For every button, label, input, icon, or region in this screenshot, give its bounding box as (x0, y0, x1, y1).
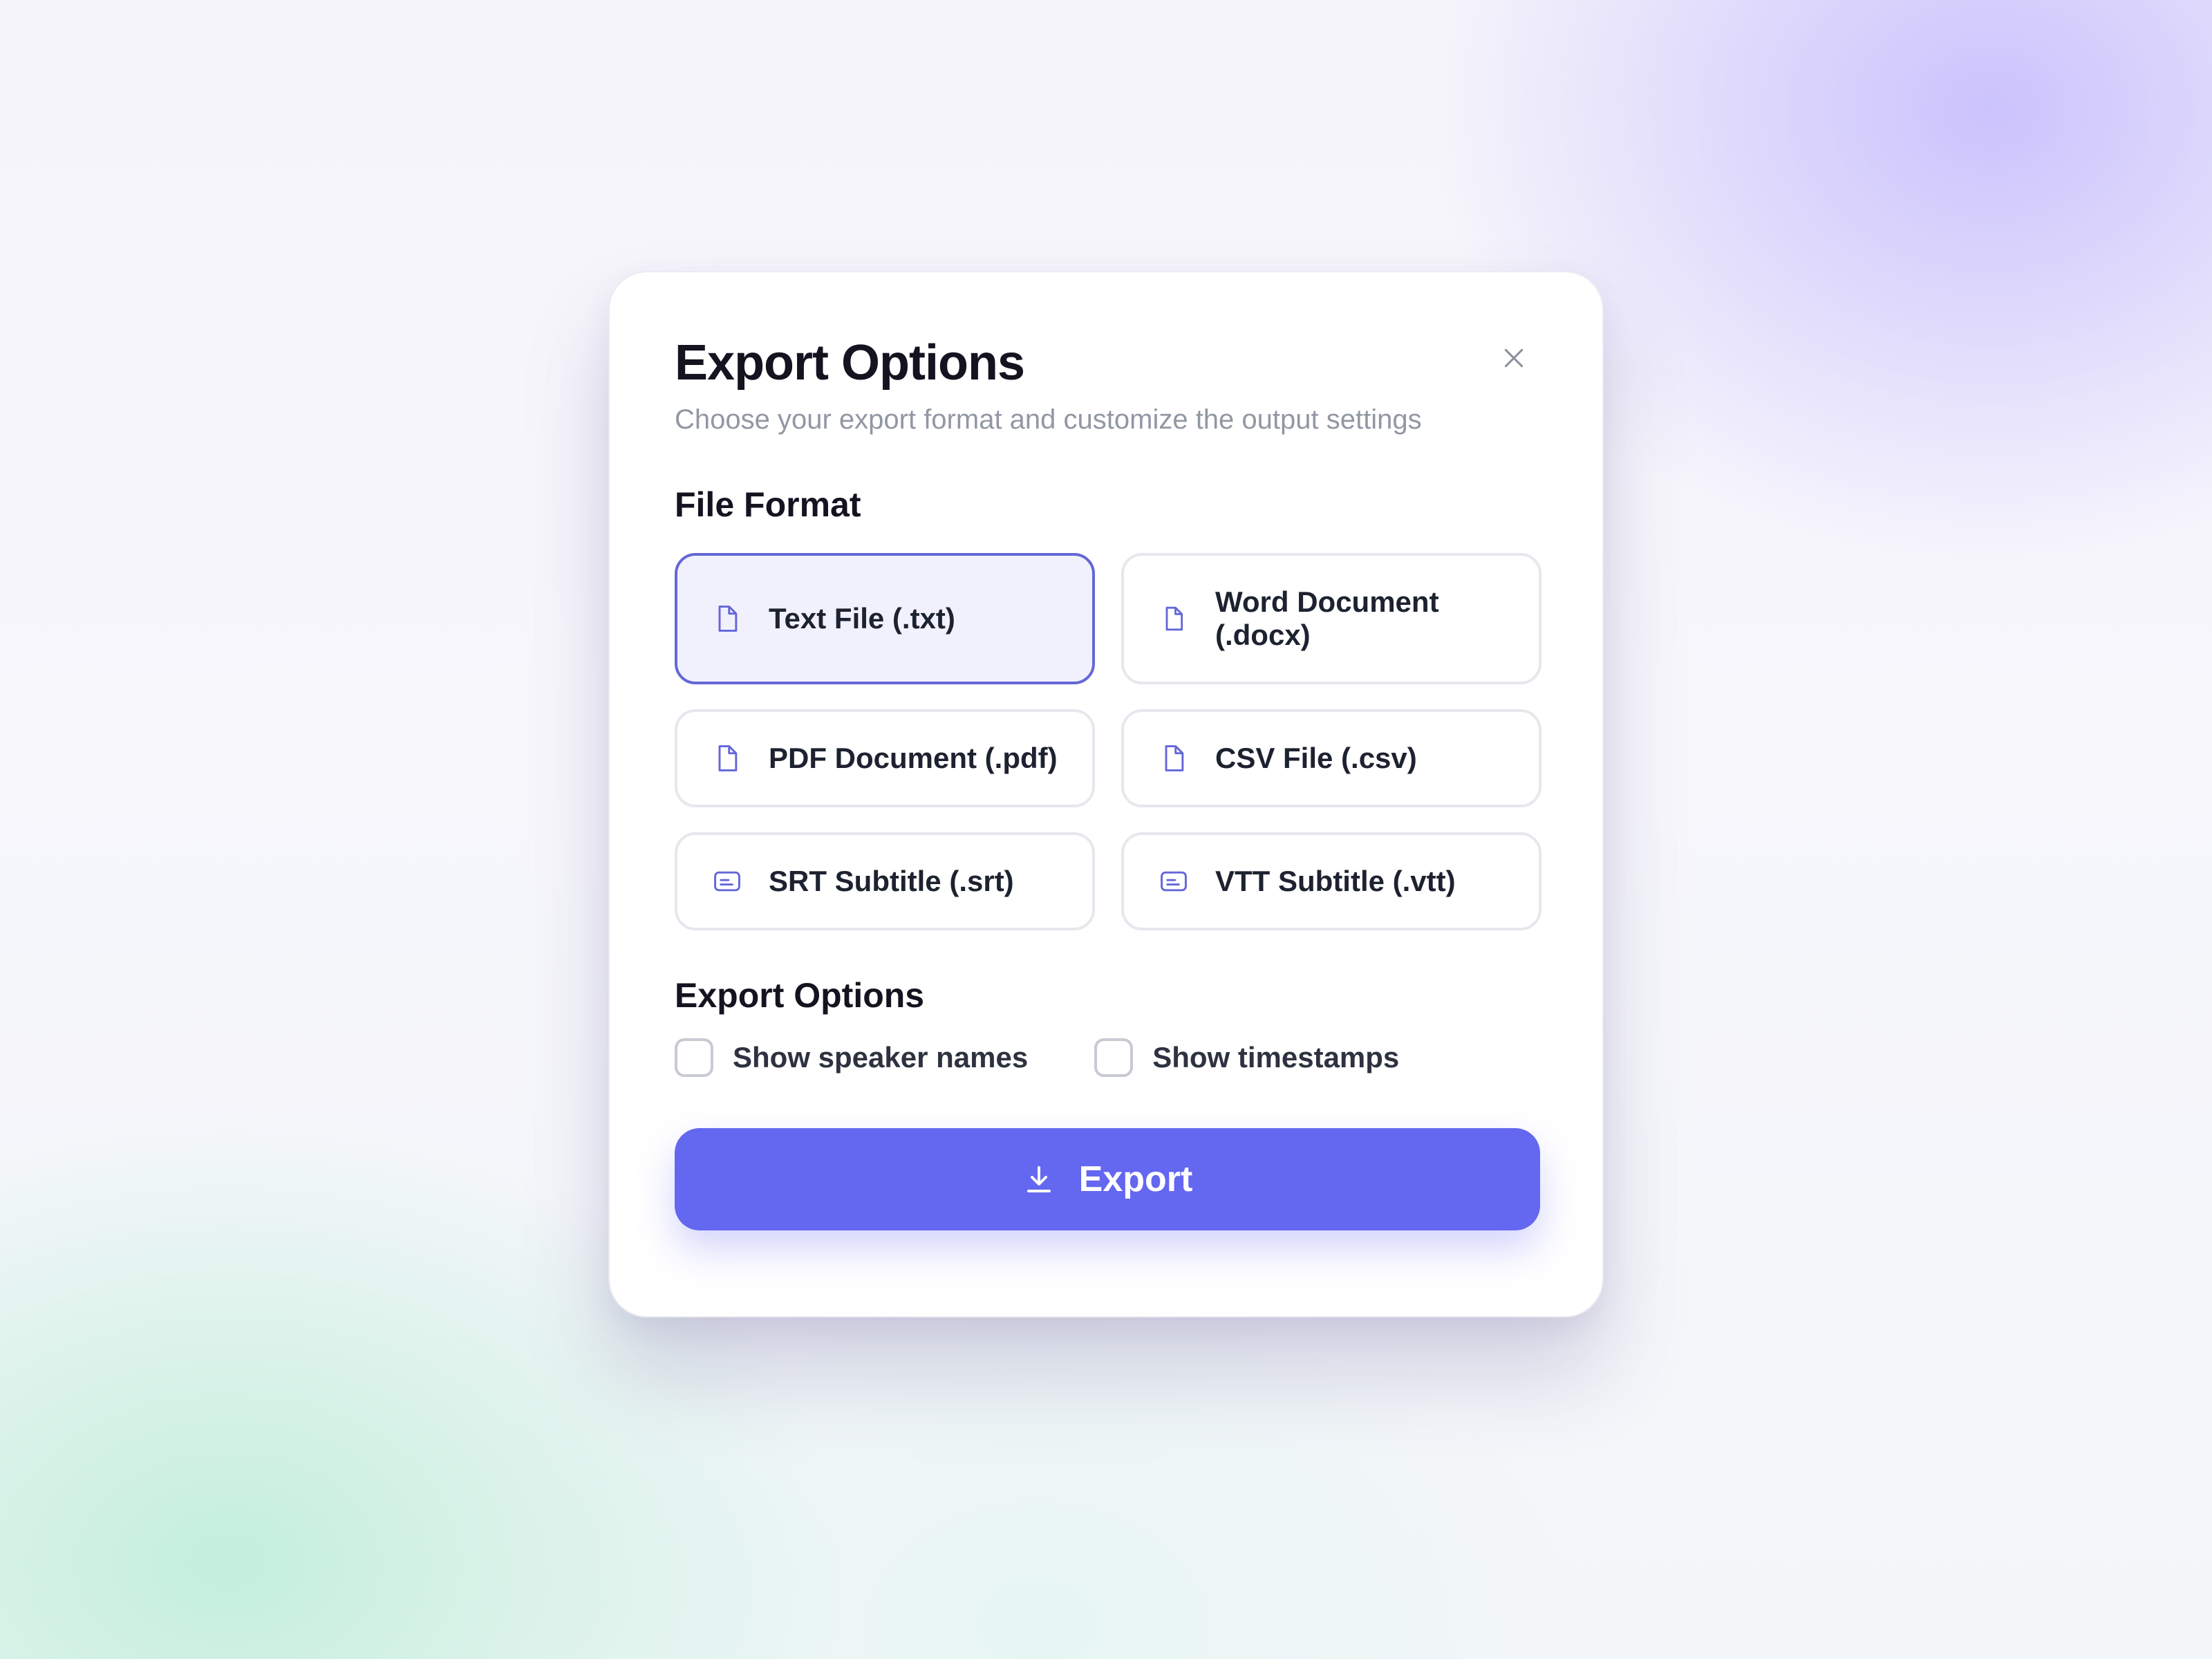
format-option-label: PDF Document (.pdf) (769, 742, 1058, 774)
format-option-srt[interactable]: SRT Subtitle (.srt) (675, 832, 1095, 930)
file-icon (712, 743, 742, 774)
format-option-txt[interactable]: Text File (.txt) (675, 553, 1095, 684)
file-icon (1159, 603, 1189, 634)
dialog-title: Export Options (675, 335, 1025, 391)
subtitles-icon (1159, 866, 1189, 897)
format-option-label: Word Document (.docx) (1215, 585, 1439, 651)
format-option-vtt[interactable]: VTT Subtitle (.vtt) (1121, 832, 1541, 930)
export-options-dialog: Export Options Choose your export format… (608, 271, 1604, 1318)
show-timestamps-option[interactable]: Show timestamps (1094, 1038, 1399, 1077)
export-button[interactable]: Export (675, 1128, 1540, 1230)
close-icon (1504, 348, 1524, 368)
show-speaker-names-option[interactable]: Show speaker names (675, 1038, 1028, 1077)
format-option-label: SRT Subtitle (.srt) (769, 865, 1014, 897)
download-icon (1022, 1163, 1056, 1196)
checkbox-label: Show timestamps (1152, 1041, 1400, 1074)
show-speaker-names-checkbox[interactable] (675, 1038, 713, 1077)
close-button[interactable] (1489, 333, 1539, 383)
show-timestamps-checkbox[interactable] (1094, 1038, 1134, 1077)
format-option-docx[interactable]: Word Document (.docx) (1121, 553, 1541, 684)
format-option-pdf[interactable]: PDF Document (.pdf) (675, 709, 1095, 807)
format-option-label: CSV File (.csv) (1215, 742, 1417, 774)
export-options-checkboxes: Show speaker names Show timestamps (675, 1038, 1539, 1077)
export-options-heading: Export Options (675, 976, 925, 1015)
dialog-subtitle: Choose your export format and customize … (675, 404, 1422, 435)
file-format-heading: File Format (675, 485, 861, 524)
checkbox-label: Show speaker names (733, 1041, 1029, 1074)
file-icon (1159, 743, 1189, 774)
export-button-label: Export (1078, 1159, 1193, 1199)
file-format-options: Text File (.txt) Word Document (.docx) P… (675, 553, 1541, 930)
subtitles-icon (712, 866, 742, 897)
format-option-csv[interactable]: CSV File (.csv) (1121, 709, 1541, 807)
format-option-label: VTT Subtitle (.vtt) (1215, 865, 1456, 897)
format-option-label: Text File (.txt) (769, 602, 955, 635)
file-icon (712, 603, 742, 634)
